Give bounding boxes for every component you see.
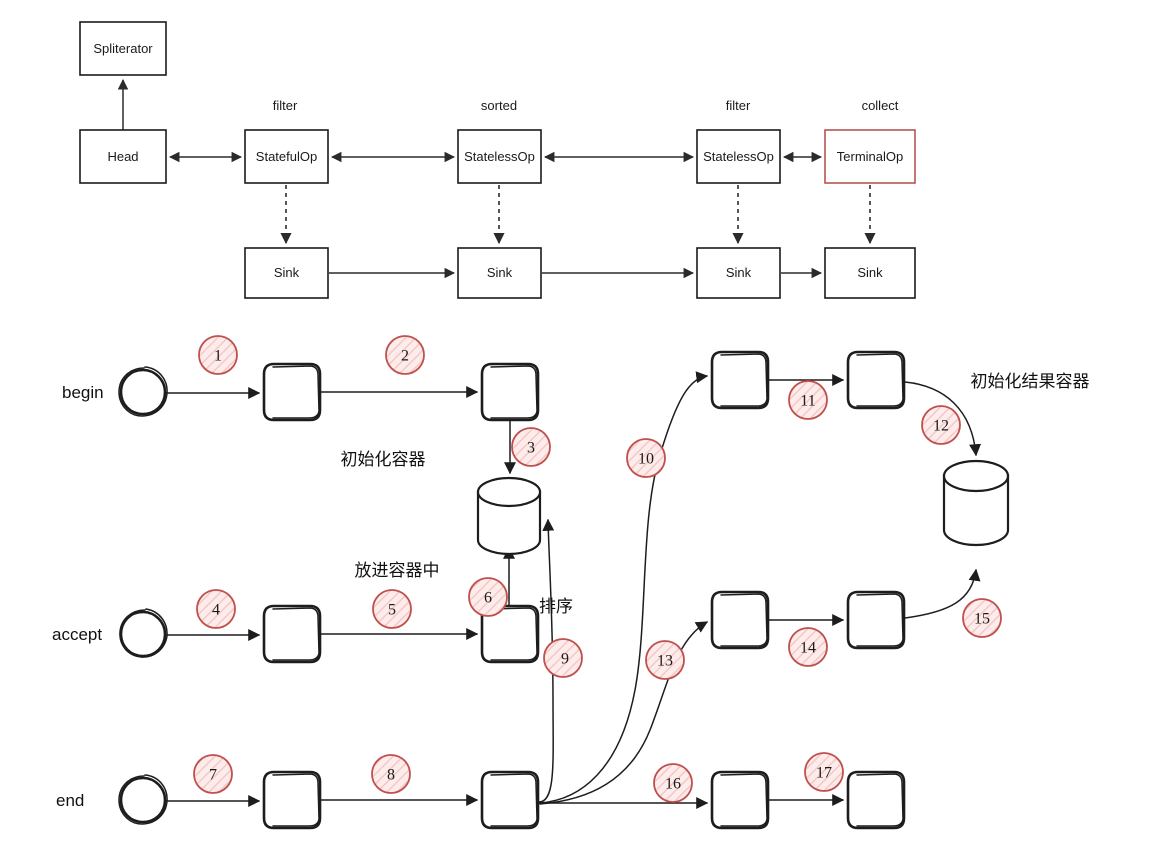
task-node-end-4[interactable]: [846, 770, 906, 830]
badge-3[interactable]: 3: [511, 427, 551, 467]
uml-node-sink-1[interactable]: Sink: [244, 247, 329, 299]
badge-10[interactable]: 10: [626, 438, 666, 478]
badge-9-number: 9: [561, 651, 569, 668]
badge-13[interactable]: 13: [645, 640, 685, 680]
task-node-top-2[interactable]: [846, 350, 906, 410]
task-node-end-2[interactable]: [480, 770, 540, 830]
uml-node-terminalop[interactable]: TerminalOp: [824, 129, 916, 184]
badge-11[interactable]: 11: [788, 380, 828, 420]
flow-section: begin accept end 初始化容器 放进容器中 排序 初始化结果容器 …: [52, 335, 1090, 830]
uml-node-sink-3[interactable]: Sink: [696, 247, 781, 299]
uml-node-sink-2[interactable]: Sink: [457, 247, 542, 299]
badge-14-number: 14: [800, 640, 816, 657]
uml-node-statefulop-label: StatefulOp: [256, 149, 317, 164]
task-node-top-1[interactable]: [710, 350, 770, 410]
badge-6-number: 6: [484, 590, 492, 607]
badge-1[interactable]: 1: [198, 335, 238, 375]
badge-17[interactable]: 17: [804, 752, 844, 792]
badge-6[interactable]: 6: [468, 577, 508, 617]
uml-node-statelessop-1[interactable]: StatelessOp: [457, 129, 542, 184]
badge-12-number: 12: [933, 418, 949, 435]
diagram-canvas: filter sorted filter collect Spliterator…: [52, 21, 1090, 830]
uml-node-sink-4[interactable]: Sink: [824, 247, 916, 299]
uml-node-spliterator[interactable]: Spliterator: [79, 21, 167, 76]
sort-label: 排序: [539, 597, 573, 616]
uml-node-statelessop-2[interactable]: StatelessOp: [696, 129, 781, 184]
badge-13-number: 13: [657, 653, 673, 670]
row-label-accept: accept: [52, 625, 102, 644]
uml-section: filter sorted filter collect Spliterator…: [79, 21, 916, 299]
badge-8-number: 8: [387, 767, 395, 784]
stage-caption-filter-1: filter: [273, 98, 298, 113]
task-node-accept-1[interactable]: [262, 604, 322, 664]
stage-caption-sorted: sorted: [481, 98, 517, 113]
badge-1-number: 1: [214, 348, 222, 365]
badge-16[interactable]: 16: [653, 763, 693, 803]
conn-10: [539, 371, 709, 804]
badge-2[interactable]: 2: [385, 335, 425, 375]
badge-7[interactable]: 7: [193, 754, 233, 794]
uml-node-statelessop-2-label: StatelessOp: [703, 149, 774, 164]
uml-node-spliterator-label: Spliterator: [93, 41, 153, 56]
uml-node-sink-4-label: Sink: [857, 265, 883, 280]
task-node-begin-1[interactable]: [262, 362, 322, 422]
badge-17-number: 17: [816, 765, 832, 782]
badge-12[interactable]: 12: [921, 405, 961, 445]
badge-10-number: 10: [638, 451, 654, 468]
row-label-begin: begin: [62, 383, 104, 402]
task-node-mid-1[interactable]: [710, 590, 770, 650]
uml-node-terminalop-label: TerminalOp: [837, 149, 903, 164]
badge-4-number: 4: [212, 602, 220, 619]
badge-5[interactable]: 5: [372, 589, 412, 629]
badge-8[interactable]: 8: [371, 754, 411, 794]
accept-circle[interactable]: [119, 608, 168, 658]
badge-4[interactable]: 4: [196, 589, 236, 629]
task-node-begin-2[interactable]: [480, 362, 540, 422]
stage-caption-filter-2: filter: [726, 98, 751, 113]
init-container-label: 初始化容器: [341, 450, 426, 469]
uml-node-sink-3-label: Sink: [726, 265, 752, 280]
uml-node-head[interactable]: Head: [79, 129, 167, 184]
badge-15-number: 15: [974, 611, 990, 628]
badge-3-number: 3: [527, 440, 535, 457]
uml-node-sink-1-label: Sink: [274, 265, 300, 280]
stage-caption-collect: collect: [862, 98, 899, 113]
row-label-end: end: [56, 791, 84, 810]
badge-7-number: 7: [209, 767, 217, 784]
badge-15[interactable]: 15: [962, 598, 1002, 638]
task-node-end-1[interactable]: [262, 770, 322, 830]
uml-node-statelessop-1-label: StatelessOp: [464, 149, 535, 164]
badge-2-number: 2: [401, 348, 409, 365]
init-result-container-label: 初始化结果容器: [971, 372, 1090, 391]
task-node-mid-2[interactable]: [846, 590, 906, 650]
put-into-container-label: 放进容器中: [355, 561, 440, 580]
badge-14[interactable]: 14: [788, 627, 828, 667]
flow-edges: [165, 371, 982, 809]
begin-circle[interactable]: [118, 366, 168, 417]
badge-5-number: 5: [388, 602, 396, 619]
container-main[interactable]: [476, 476, 542, 556]
uml-node-statefulop[interactable]: StatefulOp: [244, 129, 329, 184]
badge-11-number: 11: [800, 393, 815, 410]
end-circle[interactable]: [118, 774, 168, 825]
uml-node-head-label: Head: [107, 149, 138, 164]
uml-node-sink-2-label: Sink: [487, 265, 513, 280]
badge-9[interactable]: 9: [543, 638, 583, 678]
container-result[interactable]: [942, 459, 1010, 547]
badge-16-number: 16: [665, 776, 681, 793]
task-node-end-3[interactable]: [710, 770, 770, 830]
